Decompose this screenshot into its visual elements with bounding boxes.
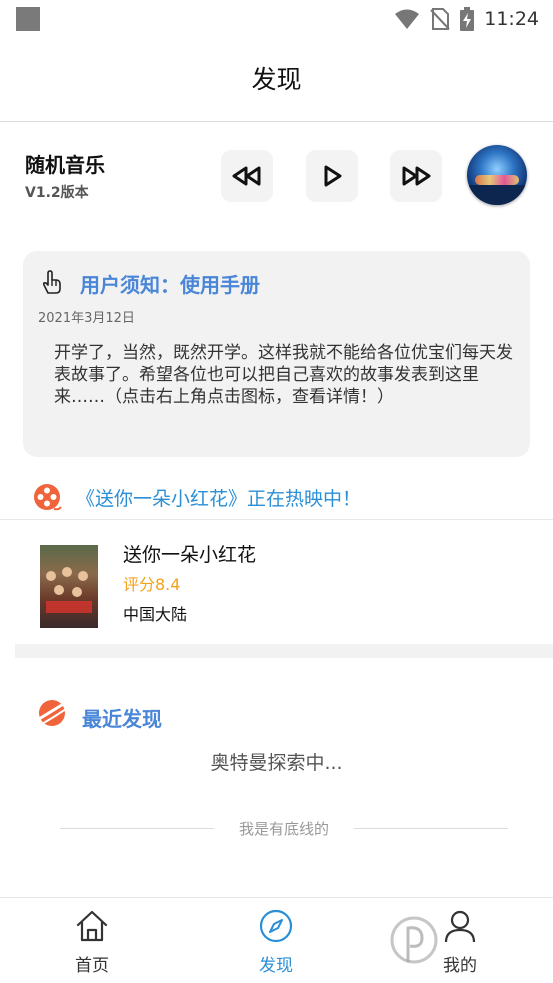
home-icon — [76, 910, 108, 942]
wifi-icon — [395, 9, 420, 29]
recent-section-title: 最近发现 — [82, 707, 162, 731]
film-reel-icon — [34, 484, 62, 511]
rewind-button[interactable] — [221, 150, 273, 202]
title-bar: 发现 — [0, 40, 553, 122]
album-cover[interactable] — [467, 145, 527, 205]
play-icon — [324, 165, 342, 187]
hot-movie-title[interactable]: 《送你一朵小红花》正在热映中！ — [76, 484, 361, 511]
pointing-hand-icon — [42, 270, 61, 294]
player-title: 随机音乐 — [25, 153, 105, 177]
notice-title[interactable]: 用户须知：使用手册 — [80, 269, 260, 298]
notice-body: 开学了，当然，既然开学。这样我就不能给各位优宝们每天发表故事了。希望各位也可以把… — [54, 343, 513, 407]
tab-home-label: 首页 — [75, 956, 109, 976]
recent-status-text: 奥特曼探索中... — [210, 752, 343, 774]
fast-forward-button[interactable] — [390, 150, 442, 202]
movie-item[interactable]: 送你一朵小红花 评分8.4 中国大陆 — [0, 521, 553, 644]
planet-icon — [38, 700, 67, 726]
movie-poster[interactable] — [40, 545, 98, 628]
notification-icon — [16, 7, 40, 31]
user-notice-card[interactable]: 用户须知：使用手册 2021年3月12日 开学了，当然，既然开学。这样我就不能给… — [23, 251, 530, 457]
section-divider — [15, 644, 553, 658]
compass-icon — [259, 909, 293, 943]
battery-charging-icon — [460, 7, 475, 31]
movie-rating: 评分8.4 — [123, 575, 181, 594]
watermark — [380, 898, 553, 983]
status-bar: 11:24 — [0, 0, 553, 40]
movie-title: 送你一朵小红花 — [123, 544, 257, 566]
status-icons: 11:24 — [394, 6, 539, 32]
status-time: 11:24 — [484, 8, 539, 30]
tab-home[interactable]: 首页 — [32, 898, 152, 983]
rewind-icon — [232, 166, 261, 186]
notice-date: 2021年3月12日 — [38, 311, 135, 326]
end-of-list-indicator: 我是有底线的 — [60, 818, 508, 838]
hot-movie-header: 《送你一朵小红花》正在热映中！ — [0, 478, 553, 520]
fast-forward-icon — [402, 166, 431, 186]
movie-region: 中国大陆 — [123, 605, 188, 624]
music-player: 随机音乐 V1.2版本 — [0, 123, 553, 231]
no-sim-icon — [430, 8, 450, 30]
tab-discover[interactable]: 发现 — [216, 898, 336, 983]
play-button[interactable] — [306, 150, 358, 202]
page-title: 发现 — [251, 65, 302, 94]
tab-discover-label: 发现 — [259, 956, 293, 976]
player-version: V1.2版本 — [25, 185, 89, 201]
watermark-logo-icon — [390, 916, 438, 964]
